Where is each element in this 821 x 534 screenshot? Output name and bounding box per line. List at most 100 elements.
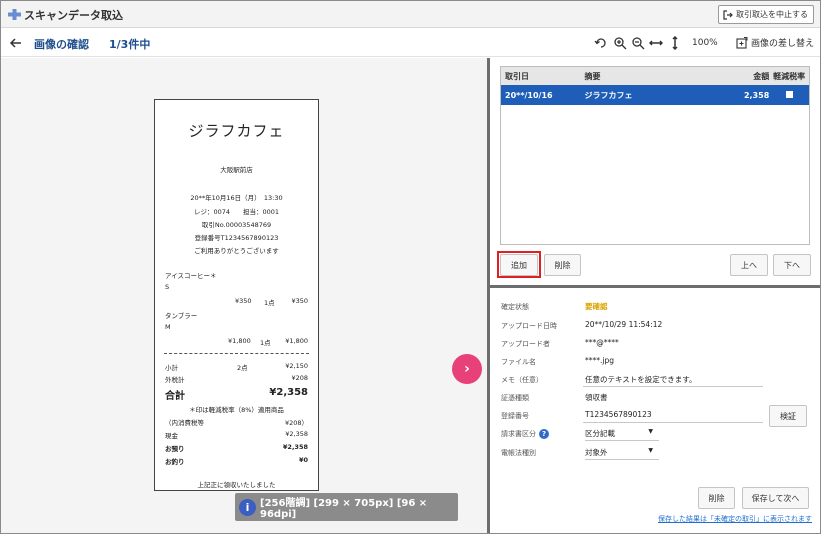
- receipt-change-label: お釣り: [165, 458, 185, 466]
- row-desc: ジラフカフェ: [584, 90, 633, 100]
- rotate-icon[interactable]: [594, 36, 608, 50]
- move-up-button[interactable]: 上へ: [730, 254, 768, 276]
- stop-import-label: 取引取込を中止する: [736, 10, 808, 19]
- receipt-thanks: ご利用ありがとうございます: [194, 247, 279, 255]
- receipt-item2-name: タンブラー: [165, 312, 198, 320]
- receipt-deposit-value: ¥2,358: [282, 443, 308, 451]
- receipt-subtotal-qty: 2点: [237, 364, 248, 372]
- receipt-subtotal-value: ¥2,150: [285, 362, 308, 370]
- receipt-tax-value: ¥208: [291, 374, 308, 382]
- row-amount: 2,358: [743, 90, 770, 100]
- save-next-button[interactable]: 保存して次へ: [742, 487, 809, 509]
- next-image-button[interactable]: ›: [452, 354, 482, 384]
- uploader-value: ***@****: [585, 338, 619, 347]
- receipt-item2-price: ¥1,800: [228, 337, 251, 345]
- ebook-label: 電帳法種別: [501, 449, 536, 457]
- receipt-cash-value: ¥2,358: [285, 430, 308, 438]
- receipt-total-label: 合計: [165, 391, 185, 402]
- receipt-image: ジラフカフェ 大阪駅前店 20**年10月16日（月） 13:30 レジ：007…: [154, 99, 319, 491]
- receipt-item2-size: M: [165, 323, 171, 331]
- receipt-footer: 上記正に領収いたしました: [197, 481, 276, 489]
- receipt-inner-tax-label: （内消費税等: [165, 419, 204, 427]
- status-value: 要確認: [585, 302, 608, 311]
- memo-underline: [583, 386, 763, 387]
- row-date: 20**/10/16: [505, 90, 553, 100]
- fit-height-icon[interactable]: [668, 36, 682, 50]
- filename-label: ファイル名: [501, 358, 536, 366]
- reg-no-field[interactable]: T1234567890123: [585, 410, 652, 419]
- delete-row-button[interactable]: 削除: [544, 254, 581, 276]
- receipt-item2-total: ¥1,800: [285, 337, 308, 345]
- ebook-type-select[interactable]: 対象外 ▼: [585, 447, 659, 460]
- image-info-bar: i [256階調] [299 × 705px] [96 × 96dpi]: [235, 493, 458, 521]
- memo-field[interactable]: 任意のテキストを設定できます。: [585, 374, 697, 385]
- fit-width-icon[interactable]: [649, 36, 663, 50]
- delete-button[interactable]: 削除: [698, 487, 735, 509]
- title-bar: スキャンデータ取込 取引取込を中止する: [1, 1, 820, 28]
- back-arrow-icon[interactable]: [9, 36, 23, 50]
- swap-image-icon: [736, 36, 748, 49]
- table-row[interactable]: 20**/10/16 ジラフカフェ 2,358: [501, 85, 809, 105]
- receipt-reduced-note: ＊印は軽減税率（8%）適用商品: [189, 406, 284, 414]
- receipt-item1-size: S: [165, 283, 170, 291]
- reduced-tax-checkbox[interactable]: [785, 90, 793, 98]
- status-label: 確定状態: [501, 303, 529, 311]
- upload-date-value: 20**/10/29 11:54:12: [585, 320, 663, 329]
- filename-value: ****.jpg: [585, 356, 614, 365]
- receipt-total-value: ¥2,358: [269, 387, 308, 398]
- image-viewer[interactable]: ジラフカフェ 大阪駅前店 20**年10月16日（月） 13:30 レジ：007…: [1, 58, 488, 533]
- doc-type-label: 証憑種類: [501, 394, 529, 402]
- receipt-register: レジ：0074 担当：0001: [193, 208, 280, 216]
- info-icon: i: [239, 498, 256, 516]
- uploader-label: アップロード者: [501, 340, 550, 348]
- receipt-item1-total: ¥350: [291, 297, 308, 305]
- move-down-button[interactable]: 下へ: [773, 254, 811, 276]
- chevron-right-icon: ›: [464, 361, 470, 377]
- doc-type-value: 領収書: [585, 393, 608, 402]
- page-title: 画像の確認: [34, 38, 89, 51]
- receipt-inner-tax-value: ¥208）: [284, 419, 308, 427]
- receipt-change-value: ¥0: [298, 456, 308, 464]
- receipt-item1-price: ¥350: [235, 297, 252, 305]
- receipt-divider: [164, 353, 309, 354]
- verify-button[interactable]: 検証: [769, 405, 807, 427]
- receipt-reg-no: 登録番号T1234567890123: [194, 234, 279, 242]
- header-bar: 画像の確認 1/3件中 100% 画像の差し替え: [1, 29, 820, 57]
- swap-image-button[interactable]: 画像の差し替え: [736, 36, 814, 49]
- receipt-txn-no: 取引No.00003548769: [201, 221, 272, 229]
- image-info-text: [256階調] [299 × 705px] [96 × 96dpi]: [260, 498, 428, 520]
- zoom-out-icon[interactable]: [631, 36, 645, 50]
- table-header: 取引日 摘要 金額 軽減税率: [501, 67, 809, 85]
- invoice-type-label-row: 請求書区分 ?: [501, 429, 549, 439]
- receipt-branch: 大阪駅前店: [220, 166, 253, 174]
- receipt-item1-qty: 1点: [264, 299, 275, 307]
- receipt-tax-label: 外税計: [165, 376, 185, 384]
- receipt-item1-name: アイスコーヒー＊: [165, 272, 217, 280]
- receipt-datetime: 20**年10月16日（月） 13:30: [190, 194, 283, 202]
- unconfirmed-link[interactable]: 保存した結果は「未確定の取引」に表示されます: [658, 514, 812, 524]
- help-icon[interactable]: ?: [539, 429, 549, 439]
- col-desc-header: 摘要: [584, 71, 601, 81]
- stop-import-button[interactable]: 取引取込を中止する: [718, 5, 814, 24]
- app-title: スキャンデータ取込: [24, 9, 123, 22]
- reg-no-label: 登録番号: [501, 412, 529, 420]
- dropdown-arrow-icon: ▼: [648, 447, 653, 454]
- transaction-table: 取引日 摘要 金額 軽減税率 20**/10/16 ジラフカフェ 2,358: [500, 66, 810, 245]
- invoice-type-value: 区分記載: [585, 429, 615, 438]
- invoice-type-select[interactable]: 区分記載 ▼: [585, 428, 659, 441]
- swap-image-label: 画像の差し替え: [751, 39, 815, 49]
- receipt-deposit-label: お預り: [165, 445, 185, 453]
- col-date-header: 取引日: [505, 71, 529, 81]
- upload-date-label: アップロード日時: [501, 322, 557, 330]
- zoom-in-icon[interactable]: [613, 36, 627, 50]
- col-amount-header: 金額: [753, 71, 770, 81]
- receipt-item2-qty: 1点: [260, 339, 271, 347]
- receipt-shop-name: ジラフカフェ: [188, 122, 285, 140]
- zoom-level: 100%: [692, 38, 718, 48]
- add-button-highlight: [497, 251, 541, 278]
- page-count: 1/3件中: [109, 38, 151, 51]
- col-reduced-header: 軽減税率: [773, 71, 806, 81]
- scan-app-icon: [8, 9, 21, 20]
- ebook-type-value: 対象外: [585, 448, 608, 457]
- receipt-cash-label: 現金: [165, 432, 178, 440]
